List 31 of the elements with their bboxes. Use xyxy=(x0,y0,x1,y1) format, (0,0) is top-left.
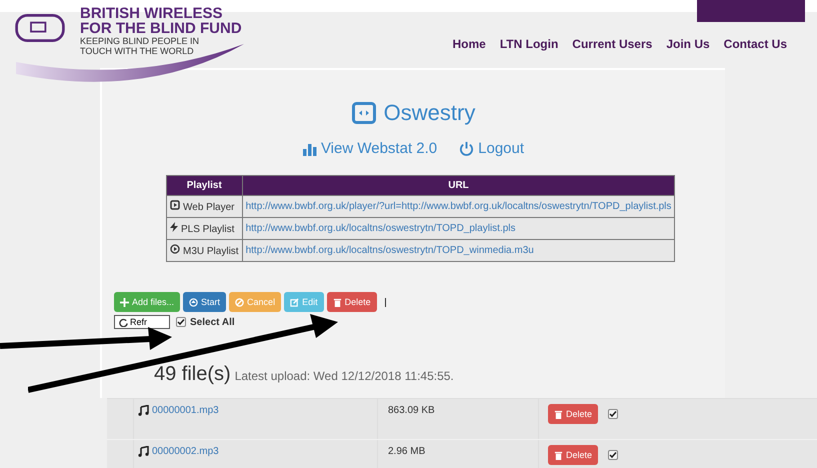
delete-button[interactable]: Delete xyxy=(548,404,598,424)
logo-tagline: KEEPING BLIND PEOPLE IN xyxy=(80,37,200,46)
latest-upload-text: Latest upload: Wed 12/12/2018 11:45:55. xyxy=(234,369,454,383)
toolbar-button[interactable]: Edit xyxy=(284,292,324,312)
refresh-button[interactable]: Refr xyxy=(114,315,170,329)
column-header: URL xyxy=(242,176,675,196)
nav-link[interactable]: Current Users xyxy=(572,37,652,51)
toolbar-button[interactable]: Delete xyxy=(326,292,377,312)
playlist-name: PLS Playlist xyxy=(181,224,234,235)
nav-link[interactable]: LTN Login xyxy=(500,37,558,51)
nav-link[interactable]: Home xyxy=(452,37,486,51)
file-size: 2.96 MB xyxy=(378,440,539,468)
station-title: Oswestry xyxy=(102,100,725,126)
file-size: 863.09 KB xyxy=(378,399,539,439)
file-link[interactable]: 00000001.mp3 xyxy=(152,405,219,416)
page-link[interactable]: View Webstat 2.0 xyxy=(302,140,438,157)
toolbar-button[interactable]: Add files... xyxy=(114,292,180,312)
logo-title: BRITISH WIRELESS xyxy=(80,6,224,21)
file-count: 49 file(s) xyxy=(154,363,231,386)
playlist-name: Web Player xyxy=(183,202,235,213)
playlist-name: M3U Playlist xyxy=(183,246,239,257)
select-all-label: Select All xyxy=(190,316,235,328)
logo-tagline: TOUCH WITH THE WORLD xyxy=(80,47,195,56)
toolbar-button[interactable]: Start xyxy=(183,292,226,312)
column-header: Playlist xyxy=(166,176,242,196)
file-link[interactable]: 00000002.mp3 xyxy=(152,446,219,457)
nav-link[interactable]: Join Us xyxy=(666,37,710,51)
logo-title: FOR THE BLIND FUND xyxy=(80,21,242,36)
delete-button[interactable]: Delete xyxy=(548,445,598,465)
nav-link[interactable]: Contact Us xyxy=(724,37,787,51)
page-link[interactable]: Logout xyxy=(459,140,524,157)
